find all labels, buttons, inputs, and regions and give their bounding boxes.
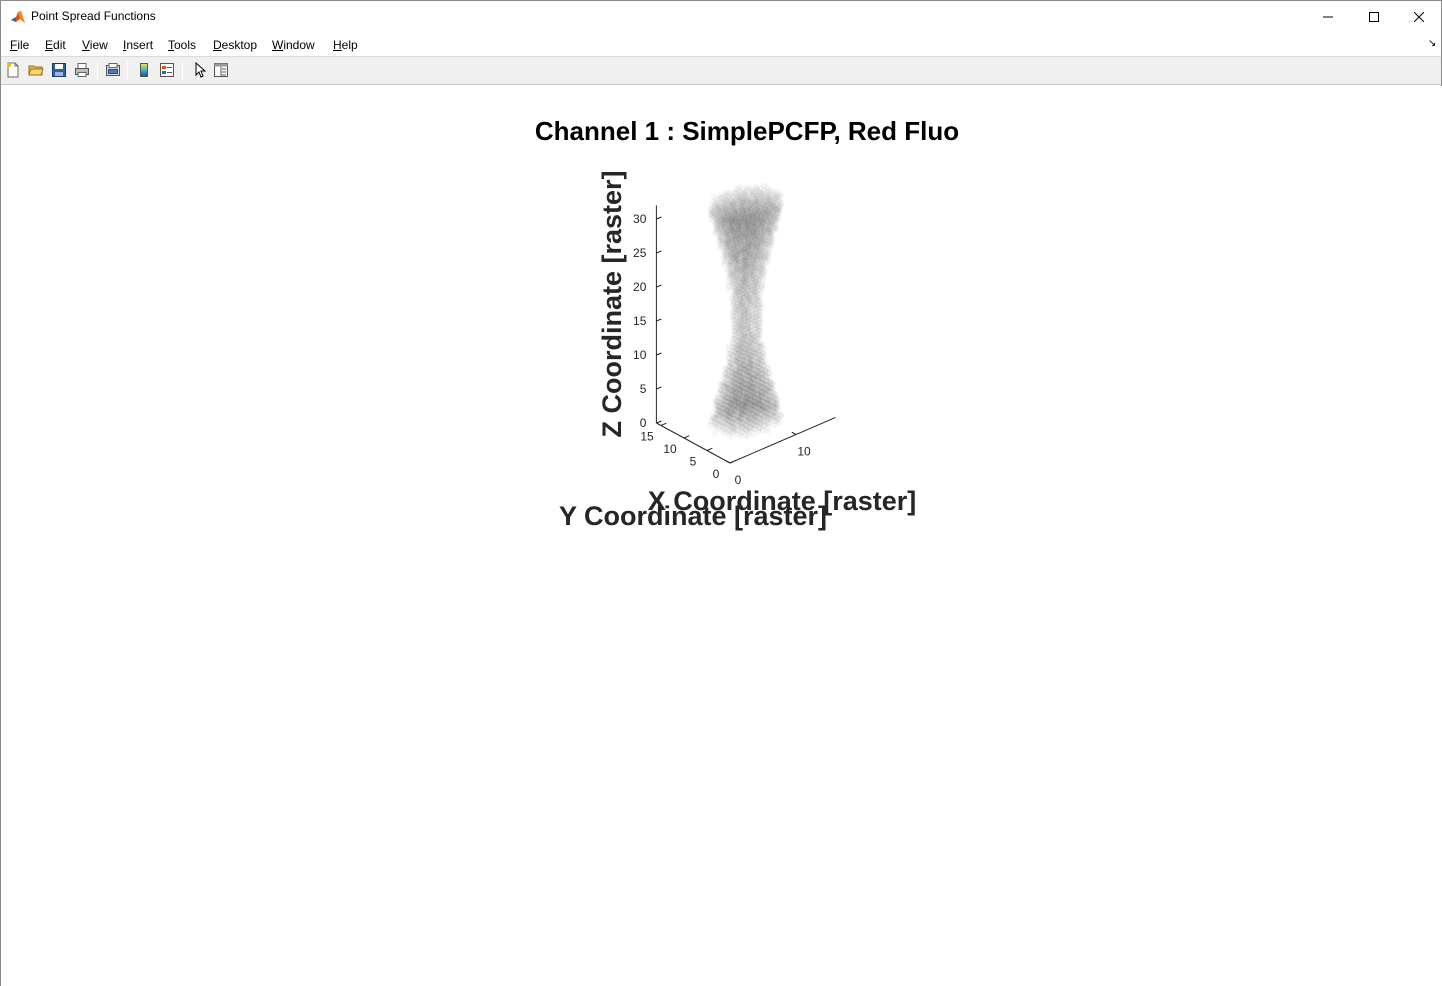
figure-window: Point Spread Functions File Edit View In… (0, 0, 1442, 986)
z-tick-mark (656, 284, 662, 288)
minimize-button[interactable] (1305, 1, 1351, 32)
psf-voxel (710, 194, 718, 201)
menu-file[interactable]: File (10, 38, 29, 52)
menu-bar: File Edit View Insert Tools Desktop Wind… (1, 32, 1441, 57)
menu-tools[interactable]: Tools (168, 38, 196, 52)
print-preview-button[interactable] (104, 61, 122, 79)
3d-scatter-plot[interactable]: 010051015051015202530 X Coordinate [rast… (1, 86, 1441, 986)
z-tick-mark (656, 352, 662, 356)
print-preview-icon (106, 63, 120, 76)
window-title: Point Spread Functions (31, 9, 156, 23)
z-tick-mark (656, 250, 662, 254)
x-tick-label: 0 (735, 473, 742, 487)
menu-view[interactable]: View (82, 38, 108, 52)
maximize-button[interactable] (1351, 1, 1397, 32)
insert-legend-icon (160, 63, 174, 77)
x-tick-label: 10 (797, 445, 811, 459)
matlab-logo-icon (10, 9, 26, 25)
y-tick-label: 15 (640, 430, 654, 444)
figure-canvas[interactable]: Channel 1 : SimplePCFP, Red Fluo 0 10 0 5 10… (1, 86, 1442, 986)
menu-desktop[interactable]: Desktop (213, 38, 257, 52)
y-tick-mark (729, 460, 736, 464)
menu-help[interactable]: Help (333, 38, 358, 52)
print-icon (75, 63, 89, 77)
save-icon (52, 63, 66, 77)
z-tick-label: 25 (633, 246, 647, 260)
y-tick-mark (660, 422, 667, 426)
menu-overflow-icon[interactable]: ↘ (1428, 38, 1436, 49)
toolbar-separator (97, 62, 98, 79)
edit-plot-button[interactable] (190, 61, 208, 79)
z-tick-label: 20 (633, 280, 647, 294)
open-file-icon (28, 65, 44, 76)
edit-plot-icon (195, 62, 207, 78)
z-tick-mark (656, 420, 662, 424)
menu-insert[interactable]: Insert (123, 38, 153, 52)
psf-voxel (725, 188, 732, 195)
new-figure-button[interactable] (4, 61, 22, 79)
z-tick-mark (656, 386, 662, 390)
insert-colorbar-button[interactable] (135, 61, 153, 79)
psf-point-cloud (706, 182, 785, 441)
z-axis-label: Z Coordinate [raster] (597, 170, 627, 437)
property-inspector-button[interactable] (212, 61, 230, 79)
new-figure-icon (7, 62, 19, 78)
y-tick-label: 5 (690, 455, 697, 469)
z-tick-mark (656, 216, 662, 220)
open-file-button[interactable] (27, 61, 45, 79)
insert-colorbar-icon (140, 63, 148, 77)
toolbar-separator (127, 62, 128, 79)
z-tick-label: 10 (633, 348, 647, 362)
psf-voxel (743, 183, 751, 191)
close-icon (1414, 11, 1424, 22)
figure-toolbar (1, 57, 1441, 85)
maximize-icon (1369, 11, 1379, 22)
y-tick-label: 10 (663, 442, 677, 456)
property-inspector-icon (214, 63, 228, 77)
z-tick-mark (656, 318, 662, 322)
save-button[interactable] (50, 61, 68, 79)
y-tick-mark (706, 447, 713, 451)
z-tick-label: 5 (640, 382, 647, 396)
psf-voxel (735, 183, 743, 191)
psf-voxel (753, 183, 760, 191)
z-tick-label: 30 (633, 212, 647, 226)
title-bar: Point Spread Functions (1, 1, 1441, 32)
z-tick-label: 0 (640, 416, 647, 430)
toolbar-separator (182, 62, 183, 79)
y-tick-label: 0 (713, 467, 720, 481)
y-tick-mark (683, 435, 690, 439)
close-button[interactable] (1396, 1, 1442, 32)
x-tick-mark (725, 460, 731, 464)
x-tick-mark (791, 431, 797, 435)
menu-window[interactable]: Window (272, 38, 315, 52)
y-axis-label: Y Coordinate [raster] (559, 501, 827, 531)
psf-voxel (761, 182, 768, 190)
minimize-icon (1323, 16, 1333, 17)
z-tick-label: 15 (633, 314, 647, 328)
insert-legend-button[interactable] (158, 61, 176, 79)
print-button[interactable] (73, 61, 91, 79)
menu-edit[interactable]: Edit (45, 38, 66, 52)
